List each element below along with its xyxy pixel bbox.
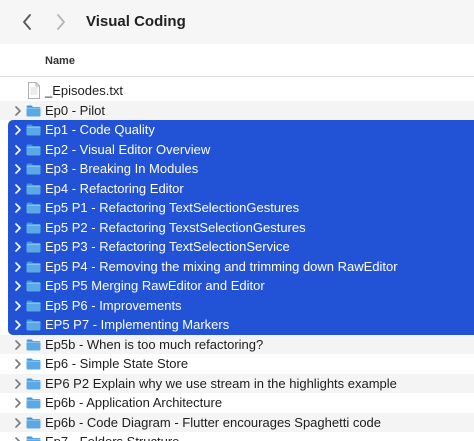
folder-icon <box>26 436 41 441</box>
item-label: Ep6 - Simple State Store <box>45 356 189 371</box>
file-list: _Episodes.txt Ep0 - Pilot Ep1 - Code Quali… <box>0 81 474 441</box>
folder-row[interactable]: Ep6 - Simple State Store <box>0 354 474 374</box>
column-header: Name <box>0 44 474 77</box>
disclosure-chevron-icon[interactable] <box>13 222 23 233</box>
item-label: Ep1 - Code Quality <box>45 122 155 137</box>
item-label: Ep6b - Code Diagram - Flutter encourages… <box>45 414 382 430</box>
item-label: Ep5 P2 - Refactoring TexstSelectionGestu… <box>45 219 306 235</box>
item-label: Ep5 P3 - Refactoring TextSelectionServic… <box>45 239 290 254</box>
folder-row[interactable]: Ep2 - Visual Editor Overview <box>8 139 474 159</box>
folder-icon <box>26 280 41 292</box>
folder-row[interactable]: Ep5 P5 Merging RawEditor and Editor <box>8 276 474 296</box>
folder-row[interactable]: Ep7 - Folders Structure <box>0 432 474 441</box>
folder-row[interactable]: Ep6b - Application Architecture <box>0 393 474 413</box>
disclosure-chevron-icon[interactable] <box>13 144 23 155</box>
folder-row[interactable]: EP5 P7 - Implementing Markers <box>8 315 474 335</box>
folder-icon <box>26 163 41 175</box>
folder-row[interactable]: Ep5 P3 - Refactoring TextSelectionServic… <box>8 237 474 257</box>
disclosure-chevron-icon[interactable] <box>13 281 23 291</box>
disclosure-chevron-icon[interactable] <box>13 261 23 272</box>
folder-row[interactable]: EP6 P2 Explain why we use stream in the … <box>0 373 474 393</box>
item-label: Ep2 - Visual Editor Overview <box>45 141 211 157</box>
file-row[interactable]: _Episodes.txt <box>0 81 474 101</box>
chevron-right-icon <box>57 14 65 30</box>
folder-row[interactable]: Ep0 - Pilot <box>0 100 474 120</box>
folder-row[interactable]: Ep5 P1 - Refactoring TextSelectionGestur… <box>8 198 474 218</box>
folder-icon <box>26 397 41 409</box>
folder-icon <box>26 319 41 331</box>
folder-icon <box>26 222 41 233</box>
disclosure-chevron-icon[interactable] <box>13 378 23 389</box>
disclosure-chevron-icon[interactable] <box>13 320 23 330</box>
folder-icon <box>26 202 41 214</box>
item-label: Ep4 - Refactoring Editor <box>45 180 184 196</box>
folder-icon <box>26 144 41 155</box>
disclosure-chevron-icon[interactable] <box>13 300 23 311</box>
folder-row[interactable]: Ep6b - Code Diagram - Flutter encourages… <box>0 412 474 432</box>
disclosure-chevron-icon[interactable] <box>13 164 23 174</box>
disclosure-chevron-icon[interactable] <box>13 183 23 194</box>
disclosure-chevron-icon[interactable] <box>13 359 23 369</box>
disclosure-chevron-icon[interactable] <box>13 339 23 350</box>
folder-icon <box>26 241 41 253</box>
disclosure-chevron-icon[interactable] <box>13 398 23 408</box>
item-label: Ep5 P4 - Removing the mixing and trimmin… <box>45 258 398 274</box>
item-label: _Episodes.txt <box>45 83 124 98</box>
folder-icon <box>26 378 41 389</box>
folder-icon <box>26 124 41 136</box>
back-button[interactable] <box>16 11 38 33</box>
item-label: Ep5 P1 - Refactoring TextSelectionGestur… <box>45 200 300 215</box>
item-label: Ep6b - Application Architecture <box>45 395 223 410</box>
disclosure-chevron-icon[interactable] <box>13 203 23 213</box>
folder-icon <box>26 358 41 370</box>
forward-button[interactable] <box>50 11 72 33</box>
folder-row[interactable]: Ep3 - Breaking In Modules <box>8 159 474 179</box>
toolbar: Visual Coding <box>0 0 474 44</box>
folder-icon <box>26 261 41 272</box>
window-title: Visual Coding <box>86 13 186 30</box>
folder-row[interactable]: Ep5b - When is too much refactoring? <box>0 334 474 354</box>
item-label: Ep5 P6 - Improvements <box>45 297 182 313</box>
folder-icon <box>26 183 41 194</box>
folder-row[interactable]: Ep5 P4 - Removing the mixing and trimmin… <box>8 256 474 276</box>
folder-row[interactable]: Ep5 P2 - Refactoring TexstSelectionGestu… <box>8 217 474 237</box>
folder-icon <box>26 300 41 311</box>
disclosure-chevron-icon[interactable] <box>13 242 23 252</box>
disclosure-chevron-icon[interactable] <box>13 417 23 428</box>
folder-row[interactable]: Ep1 - Code Quality <box>8 120 474 140</box>
folder-icon <box>26 417 41 428</box>
disclosure-chevron-icon[interactable] <box>13 437 23 441</box>
column-header-name[interactable]: Name <box>45 55 75 67</box>
item-label: EP5 P7 - Implementing Markers <box>45 317 230 332</box>
folder-icon <box>26 339 41 350</box>
folder-row[interactable]: Ep5 P6 - Improvements <box>8 295 474 315</box>
item-label: Ep7 - Folders Structure <box>45 434 179 441</box>
folder-icon <box>26 105 41 116</box>
item-label: Ep5b - When is too much refactoring? <box>45 336 264 352</box>
chevron-left-icon <box>23 14 31 30</box>
disclosure-chevron-icon[interactable] <box>13 125 23 135</box>
text-file-icon <box>28 82 40 99</box>
item-label: EP6 P2 Explain why we use stream in the … <box>45 375 397 391</box>
disclosure-chevron-icon[interactable] <box>13 105 23 116</box>
item-label: Ep5 P5 Merging RawEditor and Editor <box>45 278 265 293</box>
folder-row[interactable]: Ep4 - Refactoring Editor <box>8 178 474 198</box>
item-label: Ep0 - Pilot <box>45 102 105 118</box>
item-label: Ep3 - Breaking In Modules <box>45 161 199 176</box>
